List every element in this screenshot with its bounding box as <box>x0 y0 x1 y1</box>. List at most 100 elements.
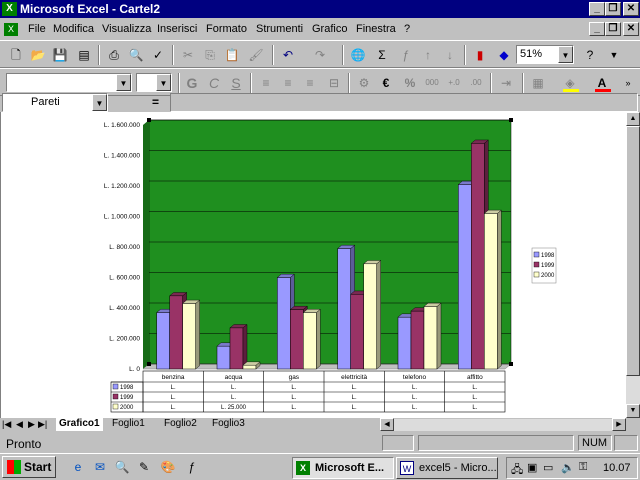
tray-monitor-icon[interactable]: ▭ <box>543 461 553 474</box>
scroll-left-icon[interactable]: ◀ <box>380 418 394 431</box>
autosum-icon[interactable]: Σ <box>372 45 392 65</box>
align-left-icon[interactable]: ≡ <box>256 73 276 93</box>
align-right-icon[interactable]: ≡ <box>300 73 320 93</box>
menu-file[interactable]: File <box>28 23 46 35</box>
task-excel[interactable]: X Microsoft E... <box>292 457 394 479</box>
tray-volume-icon[interactable]: 🔈 <box>561 461 575 474</box>
menu-inserisci[interactable]: Inserisci <box>157 23 197 35</box>
close-button[interactable]: ✕ <box>623 2 639 16</box>
zoom-combo[interactable]: 51% ▼ <box>516 45 574 64</box>
table-row-label: 1998 <box>120 385 134 391</box>
quicklaunch-icon[interactable]: ƒ <box>182 457 202 477</box>
underline-button[interactable]: S <box>226 73 246 93</box>
hyperlink-icon[interactable]: 🌐 <box>348 45 368 65</box>
increase-decimal-icon[interactable]: +.0 <box>444 73 464 93</box>
horizontal-scrollbar[interactable]: ◀ ▶ <box>380 418 626 431</box>
tab-foglio2[interactable]: Foglio2 <box>164 418 197 431</box>
function-icon[interactable]: ƒ <box>396 45 416 65</box>
tab-last-icon[interactable]: ▶| <box>38 419 47 430</box>
paste-icon[interactable]: 📋 <box>222 45 242 65</box>
chart-canvas[interactable]: L. 1.600.000 L. 1.400.000 L. 1.200.000 L. 1… <box>1 112 627 418</box>
font-combo[interactable]: ▼ <box>6 73 132 92</box>
tray-scheduler-icon[interactable]: ▣ <box>527 461 537 474</box>
bold-button[interactable]: G <box>182 73 202 93</box>
tab-foglio3[interactable]: Foglio3 <box>212 418 245 431</box>
chevron-down-icon[interactable]: ▼ <box>558 46 573 63</box>
save-icon[interactable]: 💾 <box>50 45 70 65</box>
borders-icon[interactable]: ▦ <box>528 73 548 93</box>
tray-network-icon[interactable]: 🖧 <box>511 461 523 480</box>
formula-equals[interactable]: = <box>152 95 159 109</box>
menu-help[interactable]: ? <box>404 23 410 35</box>
menu-finestra[interactable]: Finestra <box>356 23 396 35</box>
table-legend-key <box>112 383 119 390</box>
copy-icon[interactable]: ⎘ <box>200 45 220 65</box>
doc-minimize-button[interactable]: _ <box>589 22 605 36</box>
workbook-icon[interactable]: X <box>4 23 18 36</box>
tray-lock-icon[interactable]: ⚿ <box>579 461 587 474</box>
spelling-icon[interactable]: ✓ <box>148 45 168 65</box>
open-icon[interactable]: 📂 <box>28 45 48 65</box>
scroll-thumb[interactable] <box>626 126 640 376</box>
tab-first-icon[interactable]: |◀ <box>2 419 11 430</box>
preview-icon[interactable]: 🔍 <box>126 45 146 65</box>
separator <box>172 45 174 65</box>
menu-grafico[interactable]: Grafico <box>312 23 347 35</box>
scroll-up-icon[interactable]: ▲ <box>626 112 640 126</box>
map-icon[interactable]: ◆ <box>494 45 514 65</box>
start-button[interactable]: Start <box>2 456 56 478</box>
align-center-icon[interactable]: ≡ <box>278 73 298 93</box>
scroll-right-icon[interactable]: ▶ <box>612 418 626 431</box>
decrease-decimal-icon[interactable]: .00 <box>466 73 486 93</box>
print-preview-icon[interactable]: ▤ <box>74 45 94 65</box>
euro-conversion-icon[interactable]: ⚙ <box>354 73 374 93</box>
format-painter-icon[interactable]: 🖌 <box>246 45 266 65</box>
sort-descending-icon[interactable]: ↓ <box>440 45 460 65</box>
menu-visualizza[interactable]: Visualizza <box>102 23 151 35</box>
merge-center-icon[interactable]: ⊟ <box>324 73 344 93</box>
doc-restore-button[interactable]: ❐ <box>605 22 621 36</box>
table-cell: L. <box>412 385 417 391</box>
paint-icon[interactable]: 🎨 <box>158 457 178 477</box>
cut-icon[interactable]: ✂ <box>178 45 198 65</box>
indent-icon[interactable]: ⇥ <box>496 73 516 93</box>
y-tick-label: L. 1.000.000 <box>104 214 141 221</box>
tab-prev-icon[interactable]: ◀ <box>16 419 23 430</box>
italic-button[interactable]: C <box>204 73 224 93</box>
new-icon[interactable]: 🗋 <box>6 45 26 65</box>
help-icon[interactable]: ? <box>580 45 600 65</box>
euro-button[interactable]: € <box>376 73 396 93</box>
redo-icon[interactable]: ↷ <box>310 45 330 65</box>
menu-formato[interactable]: Formato <box>206 23 247 35</box>
chevron-down-icon[interactable]: ▼ <box>92 94 107 111</box>
chart-wizard-icon[interactable]: ▮ <box>470 45 490 65</box>
undo-icon[interactable]: ↶ <box>278 45 298 65</box>
more-buttons-icon[interactable]: » <box>618 73 638 93</box>
font-size-combo[interactable]: ▼ <box>136 73 172 92</box>
chevron-down-icon[interactable]: ▼ <box>156 74 171 91</box>
formula-input[interactable] <box>170 93 638 112</box>
tab-foglio1[interactable]: Foglio1 <box>112 418 145 431</box>
scroll-down-icon[interactable]: ▼ <box>626 404 640 418</box>
minimize-button[interactable]: _ <box>589 2 605 16</box>
notepad-icon[interactable]: ✎ <box>134 457 154 477</box>
chevron-down-icon[interactable]: ▼ <box>116 74 131 91</box>
vertical-scrollbar[interactable]: ▲ ▼ <box>626 112 640 418</box>
explorer-icon[interactable]: 🔍 <box>112 457 132 477</box>
print-icon[interactable]: ⎙ <box>104 45 124 65</box>
percent-button[interactable]: % <box>400 73 420 93</box>
excel-app-icon[interactable]: X <box>2 2 17 16</box>
toolbar-options-icon[interactable]: ▼ <box>604 45 624 65</box>
doc-close-button[interactable]: ✕ <box>623 22 639 36</box>
outlook-express-icon[interactable]: ✉ <box>90 457 110 477</box>
tab-next-icon[interactable]: ▶ <box>28 419 35 430</box>
restore-button[interactable]: ❐ <box>605 2 621 16</box>
task-word[interactable]: W excel5 - Micro... <box>396 457 498 479</box>
internet-explorer-icon[interactable]: e <box>68 457 88 477</box>
tab-grafico1[interactable]: Grafico1 <box>56 418 103 431</box>
menu-strumenti[interactable]: Strumenti <box>256 23 303 35</box>
menu-modifica[interactable]: Modifica <box>53 23 94 35</box>
thousands-icon[interactable]: 000 <box>422 73 442 93</box>
sort-ascending-icon[interactable]: ↑ <box>418 45 438 65</box>
name-box[interactable]: Pareti ▼ <box>2 93 108 112</box>
